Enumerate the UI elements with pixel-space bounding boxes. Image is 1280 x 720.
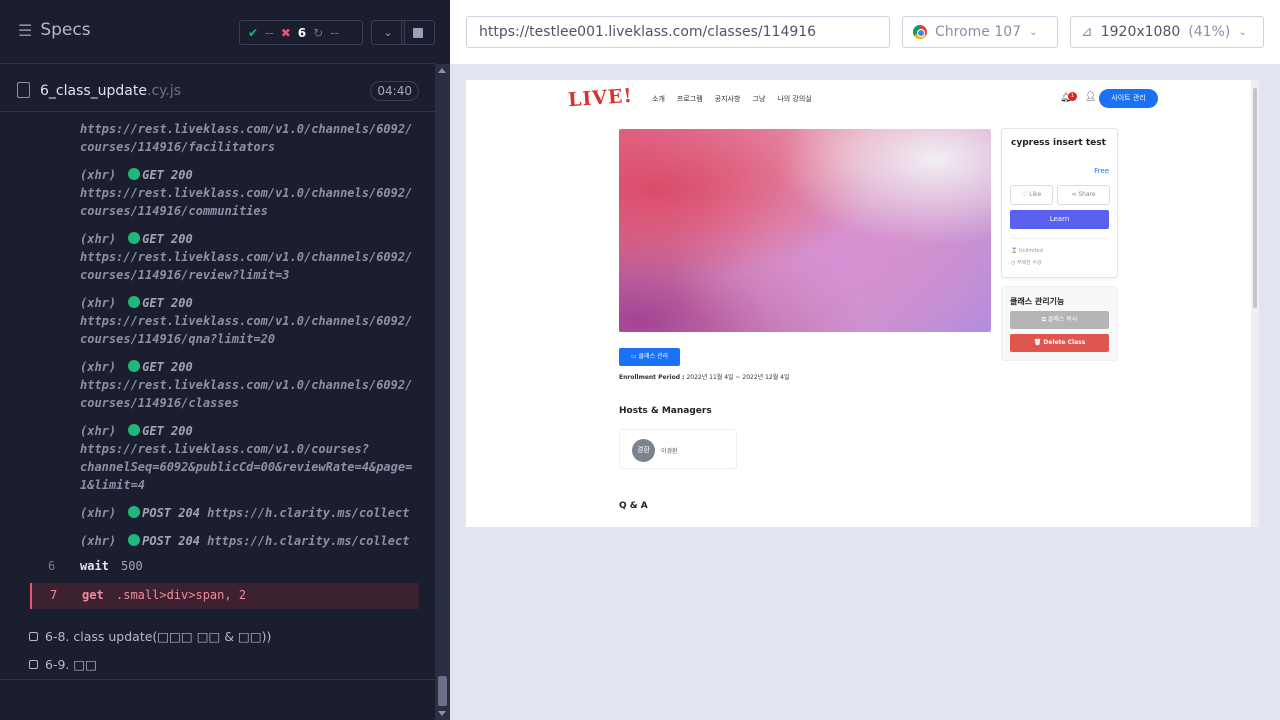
qa-heading: Q & A bbox=[619, 501, 648, 511]
status-dot-icon bbox=[128, 424, 141, 436]
copy-icon: ⧉ bbox=[1041, 316, 1046, 323]
test-status-icon bbox=[29, 632, 38, 641]
status-dot-icon bbox=[128, 360, 141, 372]
avatar: 경환 bbox=[632, 439, 655, 462]
url-field[interactable]: https://testlee001.liveklass.com/classes… bbox=[466, 16, 890, 48]
site-logo[interactable]: LIVE! bbox=[567, 85, 633, 111]
status-dot-icon bbox=[128, 232, 141, 244]
share-icon: ⋖ bbox=[1071, 191, 1077, 198]
xhr-log-entry[interactable]: (xhr) GET 200 https://rest.liveklass.com/… bbox=[80, 358, 420, 412]
user-icon[interactable]: 👤︎ bbox=[1085, 92, 1096, 102]
like-button[interactable]: ♡ Like bbox=[1010, 185, 1053, 205]
viewport-selector[interactable]: ⊿ 1920x1080 (41%) ⌄ bbox=[1070, 16, 1264, 48]
stop-icon bbox=[413, 27, 423, 38]
spec-file-name[interactable]: 6_class_update.cy.js bbox=[40, 83, 181, 99]
nav-item[interactable]: 나의 강의실 bbox=[777, 94, 811, 104]
scrollbar-thumb[interactable] bbox=[1253, 88, 1257, 308]
nav-item[interactable]: 프로그램 bbox=[677, 94, 703, 104]
ruler-icon: ⊿ bbox=[1081, 24, 1093, 40]
class-management-box: 클래스 관리기능 ⧉ 클래스 복사 🗑︎ Delete Class bbox=[1001, 286, 1118, 361]
bell-icon[interactable]: 🔔︎ 1 bbox=[1060, 92, 1077, 103]
nav-item[interactable]: 공지사항 bbox=[715, 94, 741, 104]
heart-icon: ♡ bbox=[1021, 191, 1028, 198]
pending-icon: ↻ bbox=[313, 25, 324, 40]
host-name: 이경환 bbox=[661, 448, 678, 455]
chevron-down-icon: ⌄ bbox=[383, 26, 393, 39]
failed-icon: ✖ bbox=[280, 25, 291, 40]
aut-header: https://testlee001.liveklass.com/classes… bbox=[450, 0, 1280, 64]
pending-count: -- bbox=[330, 25, 339, 40]
status-dot-icon bbox=[128, 534, 141, 546]
aut-panel: https://testlee001.liveklass.com/classes… bbox=[450, 0, 1280, 720]
xhr-log-entry[interactable]: (xhr) POST 204 https://h.clarity.ms/colle… bbox=[80, 532, 420, 550]
divider bbox=[1010, 238, 1108, 239]
site-admin-button[interactable]: 사이트 관리 bbox=[1099, 89, 1158, 108]
passed-icon: ✔ bbox=[248, 25, 259, 40]
test-item[interactable]: 6-9. □□ bbox=[29, 657, 97, 672]
notification-badge: 1 bbox=[1068, 92, 1077, 101]
xhr-log-entry[interactable]: https://rest.liveklass.com/v1.0/channels… bbox=[80, 120, 420, 156]
enrollment-period: Enrollment Period : 2022년 11월 4일 ~ 2022년… bbox=[619, 374, 790, 381]
chrome-icon bbox=[913, 25, 927, 39]
runner-header: ☰ Specs ✔ -- ✖ 6 ↻ -- ⌄ bbox=[0, 0, 435, 64]
cypress-runner-panel: ☰ Specs ✔ -- ✖ 6 ↻ -- ⌄ 6_class_update.c… bbox=[0, 0, 450, 720]
course-info-card: cypress insert test Free ♡ Like ⋖ Share … bbox=[1001, 128, 1118, 278]
chevron-down-icon: ⌄ bbox=[1029, 26, 1038, 38]
specs-list-icon: ☰ bbox=[18, 20, 33, 40]
course-meta: ⌛ Unlimited bbox=[1011, 248, 1043, 254]
test-item[interactable]: 6-8. class update(□□□ □□ & □□)) bbox=[29, 629, 271, 644]
nav-item[interactable]: 그냥 bbox=[752, 94, 765, 104]
spec-duration: 04:40 bbox=[370, 81, 419, 101]
browser-selector[interactable]: Chrome 107 ⌄ bbox=[902, 16, 1058, 48]
failed-count: 6 bbox=[297, 25, 307, 40]
page-scrollbar[interactable] bbox=[1251, 80, 1259, 527]
status-dot-icon bbox=[128, 296, 141, 308]
delete-class-button[interactable]: 🗑︎ Delete Class bbox=[1010, 334, 1109, 352]
specs-toggle[interactable]: ☰ Specs bbox=[18, 20, 91, 40]
course-meta: ◷ 무제한 수강 bbox=[1011, 260, 1042, 266]
passed-count: -- bbox=[265, 25, 274, 40]
monitor-icon: ▭ bbox=[630, 353, 637, 360]
course-title: cypress insert test bbox=[1011, 138, 1106, 148]
test-stats: ✔ -- ✖ 6 ↻ -- bbox=[239, 20, 363, 45]
scroll-down-icon[interactable] bbox=[438, 711, 446, 716]
host-card[interactable]: 경환 이경환 bbox=[619, 429, 737, 469]
stop-button[interactable] bbox=[401, 20, 435, 45]
app-under-test-frame: LIVE! 소개 프로그램 공지사항 그냥 나의 강의실 🔔︎ 1 👤︎ 사이트 … bbox=[466, 80, 1259, 527]
test-status-icon bbox=[29, 660, 38, 669]
command-wait[interactable]: 6 wait 500 bbox=[30, 554, 419, 580]
specs-title: Specs bbox=[40, 20, 91, 40]
scroll-up-icon[interactable] bbox=[438, 68, 446, 73]
divider bbox=[0, 679, 435, 680]
collapse-button[interactable]: ⌄ bbox=[371, 20, 405, 45]
xhr-log-entry[interactable]: (xhr) GET 200 https://rest.liveklass.com/… bbox=[80, 166, 420, 220]
file-icon bbox=[17, 82, 30, 98]
spec-file-header: 6_class_update.cy.js 04:40 bbox=[0, 72, 435, 112]
status-dot-icon bbox=[128, 168, 141, 180]
share-button[interactable]: ⋖ Share bbox=[1057, 185, 1110, 205]
xhr-log-entry[interactable]: (xhr) GET 200 https://rest.liveklass.com/… bbox=[80, 294, 420, 348]
xhr-log-entry[interactable]: (xhr) GET 200 https://rest.liveklass.com/… bbox=[80, 422, 420, 494]
trash-icon: 🗑︎ bbox=[1033, 339, 1042, 346]
scrollbar-thumb[interactable] bbox=[438, 676, 447, 706]
command-log: https://rest.liveklass.com/v1.0/channels… bbox=[0, 112, 435, 680]
learn-button[interactable]: Learn bbox=[1010, 210, 1109, 229]
hosts-heading: Hosts & Managers bbox=[619, 406, 712, 416]
management-heading: 클래스 관리기능 bbox=[1010, 297, 1065, 306]
nav-item[interactable]: 소개 bbox=[652, 94, 665, 104]
command-log-scrollbar[interactable] bbox=[435, 64, 450, 720]
chevron-down-icon: ⌄ bbox=[1238, 26, 1247, 38]
course-price: Free bbox=[1094, 167, 1109, 175]
course-hero-image bbox=[619, 129, 991, 332]
status-dot-icon bbox=[128, 506, 141, 518]
site-nav: 소개 프로그램 공지사항 그냥 나의 강의실 bbox=[652, 94, 812, 104]
class-manage-button[interactable]: ▭ 클래스 관리 bbox=[619, 348, 680, 366]
xhr-log-entry[interactable]: (xhr) POST 204 https://h.clarity.ms/colle… bbox=[80, 504, 420, 522]
copy-class-button[interactable]: ⧉ 클래스 복사 bbox=[1010, 311, 1109, 329]
xhr-log-entry[interactable]: (xhr) GET 200 https://rest.liveklass.com/… bbox=[80, 230, 420, 284]
command-get-failed[interactable]: 7 get .small>div>span, 2 bbox=[30, 583, 419, 609]
